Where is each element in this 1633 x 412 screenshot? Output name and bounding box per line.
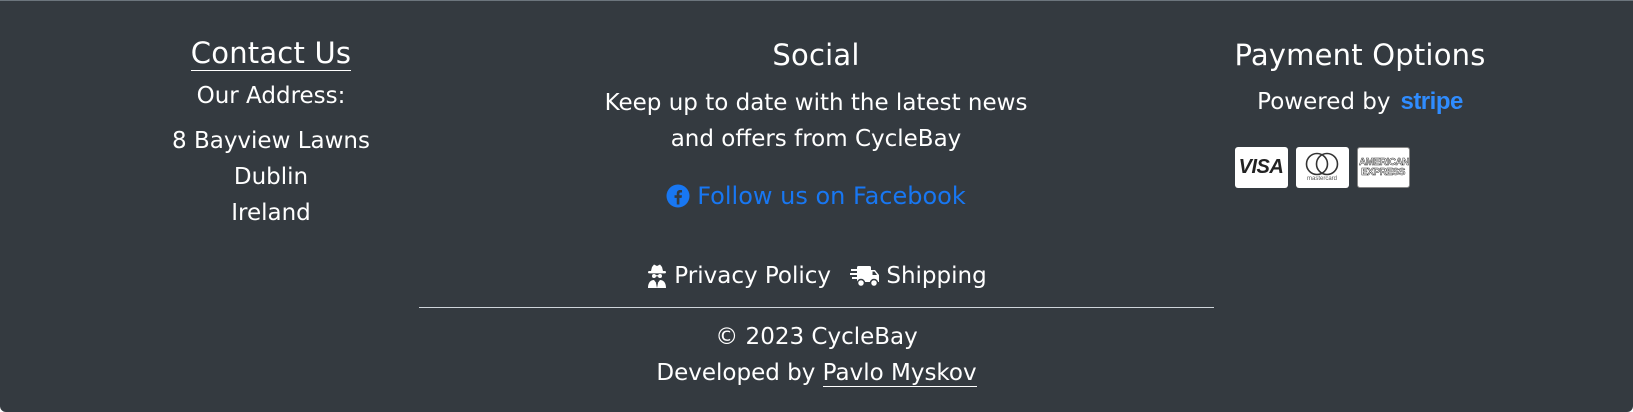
privacy-policy-label: Privacy Policy [674, 263, 832, 289]
address-line-city: Dublin [233, 164, 309, 190]
footer-bottom: © 2023 CycleBay Developed by Pavlo Mysko… [420, 319, 1213, 391]
site-footer: Contact Us Our Address: 8 Bayview Lawns … [0, 0, 1633, 412]
facebook-link[interactable]: Follow us on Facebook [666, 181, 966, 211]
social-description: Keep up to date with the latest news and… [604, 90, 1028, 152]
contact-us-link[interactable]: Contact Us [190, 37, 352, 71]
facebook-icon [666, 184, 690, 208]
social-heading: Social [772, 38, 860, 72]
footer-divider [419, 307, 1214, 308]
payment-heading: Payment Options [1234, 38, 1486, 72]
mastercard-circles [1305, 152, 1339, 176]
contact-column: Contact Us Our Address: 8 Bayview Lawns … [130, 37, 412, 231]
address-line-street: 8 Bayview Lawns [172, 128, 370, 154]
shipping-link[interactable]: Shipping [850, 258, 987, 294]
mastercard-icon: mastercard [1295, 147, 1349, 188]
powered-by: Powered by stripe [1257, 87, 1463, 117]
privacy-policy-link[interactable]: Privacy Policy [646, 258, 831, 294]
developed-by-label: Developed by [656, 360, 816, 386]
shipping-fast-icon [850, 266, 880, 288]
social-column: Social Keep up to date with the latest n… [520, 37, 1112, 212]
payment-cards: VISA mastercard AMERICAN EXPRESS [1104, 147, 1540, 188]
user-secret-icon [648, 264, 667, 288]
visa-card-icon: VISA [1234, 147, 1288, 188]
copyright-text: © 2023 CycleBay [715, 324, 918, 350]
address-label: Our Address: [196, 83, 346, 109]
facebook-link-label: Follow us on Facebook [697, 182, 966, 210]
address-line-country: Ireland [231, 200, 311, 226]
address-block: 8 Bayview Lawns Dublin Ireland [130, 123, 412, 231]
developer-credit: Developed by Pavlo Myskov [420, 355, 1213, 391]
stripe-logo: stripe [1400, 88, 1463, 115]
developer-link[interactable]: Pavlo Myskov [822, 360, 977, 387]
shipping-label: Shipping [886, 263, 987, 289]
powered-by-label: Powered by [1257, 89, 1391, 115]
amex-card-icon: AMERICAN EXPRESS [1356, 147, 1410, 188]
payment-column: Payment Options Powered by stripe VISA m… [1180, 37, 1540, 188]
footer-links: Privacy Policy Shipping [420, 258, 1213, 299]
